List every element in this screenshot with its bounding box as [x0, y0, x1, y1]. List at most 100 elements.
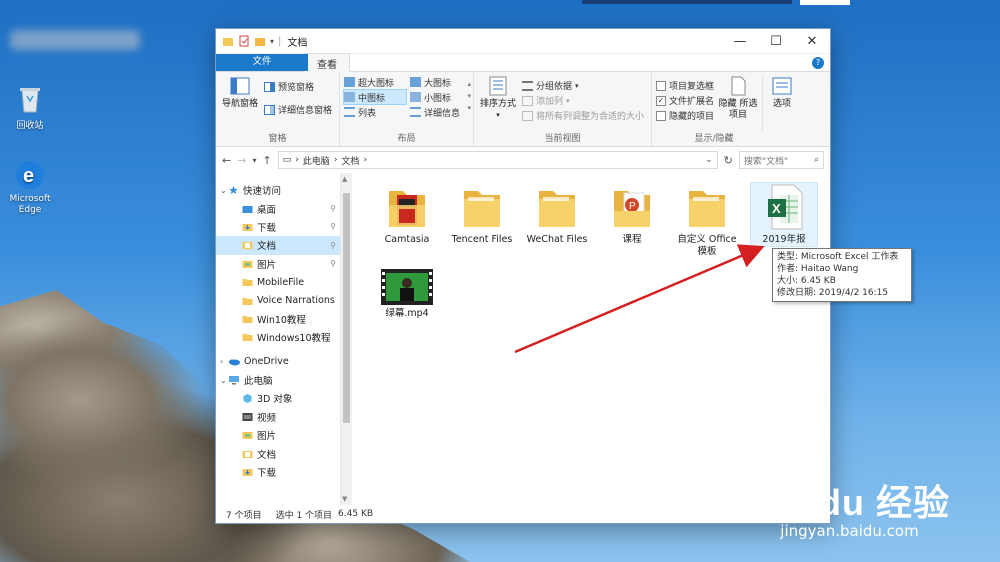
chevron-down-icon: ▾	[496, 111, 500, 119]
nav-item[interactable]: Windows10教程	[216, 328, 340, 346]
nav-item-label: 3D 对象	[257, 394, 293, 406]
minimize-button[interactable]: —	[722, 34, 758, 49]
nav-item[interactable]: › OneDrive	[216, 353, 340, 371]
layout-small-icons[interactable]: 小图标	[410, 90, 470, 104]
video-file-icon	[381, 269, 433, 305]
properties-icon[interactable]	[238, 35, 250, 47]
quick-access-toolbar-dropdown-icon[interactable]: ▾	[270, 37, 274, 46]
file-item[interactable]: 绿幕.mp4	[374, 269, 440, 320]
tooltip-modified: 修改日期: 2019/4/2 16:15	[777, 288, 889, 298]
scroll-up-icon[interactable]: ▲	[342, 175, 347, 183]
checkbox-unchecked-icon	[656, 80, 666, 91]
nav-item-label: 文档	[257, 449, 277, 461]
group-by-button[interactable]: 分组依据 ▾	[522, 78, 644, 93]
file-item[interactable]: Camtasia	[374, 183, 440, 246]
forward-button[interactable]: →	[237, 154, 246, 167]
nav-item[interactable]: MobileFile	[216, 273, 340, 291]
chevron-icon[interactable]: ⌄	[220, 186, 227, 195]
scroll-down-icon[interactable]: ▼	[342, 495, 347, 503]
navigation-pane[interactable]: ▲ ▼ ⌄ 快速访问 桌面 ⚲ 下载 ⚲ 文档 ⚲ 图片 ⚲ MobileFile Voice Nar…	[216, 173, 352, 505]
nav-item[interactable]: 文档	[216, 444, 340, 462]
breadcrumb-separator: ›	[295, 155, 299, 165]
nav-scrollbar[interactable]: ▲ ▼	[340, 173, 352, 505]
options-button[interactable]: 选项	[762, 75, 797, 132]
hide-selected-button[interactable]: 隐藏 所选项目	[718, 75, 758, 132]
title-bar: ▾ | 文档 — ☐ ✕	[216, 29, 830, 54]
address-bar[interactable]: ▭ › 此电脑 › 文档 › ⌄	[277, 151, 718, 169]
window-title: 文档	[287, 37, 308, 49]
new-folder-icon[interactable]	[254, 35, 266, 47]
nav-item[interactable]: Win10教程	[216, 310, 340, 328]
nav-item[interactable]: 桌面 ⚲	[216, 199, 340, 217]
search-input[interactable]: 搜索"文档" ⌕	[738, 151, 824, 169]
recent-locations-chevron-icon[interactable]: ▾	[252, 156, 256, 165]
nav-item[interactable]: 视频	[216, 408, 340, 426]
nav-item[interactable]: 下载 ⚲	[216, 218, 340, 236]
address-dropdown-icon[interactable]: ⌄	[705, 155, 713, 165]
nav-item[interactable]: 图片	[216, 426, 340, 444]
nav-item[interactable]: 下载	[216, 463, 340, 481]
help-icon[interactable]: ?	[812, 56, 824, 69]
nav-item[interactable]: ⌄ 此电脑	[216, 371, 340, 389]
layout-scroll-icon[interactable]: ▴ ▾ ▾	[467, 78, 471, 114]
folder-icon	[242, 296, 253, 306]
desktop-folder-icon	[242, 204, 253, 214]
title-separator: |	[278, 35, 282, 47]
navigation-pane-button[interactable]: 导航窗格	[220, 75, 260, 132]
file-name: Camtasia	[384, 234, 430, 245]
add-column-icon	[522, 95, 533, 106]
file-item[interactable]: X 2019年报	[750, 182, 818, 247]
folder-icon	[242, 332, 253, 342]
file-item[interactable]: WeChat Files	[524, 183, 590, 246]
large-icons-icon	[410, 77, 421, 87]
nav-item[interactable]: 3D 对象	[216, 389, 340, 407]
file-extensions-toggle[interactable]: ✓ 文件扩展名	[656, 93, 714, 108]
chevron-icon[interactable]: ⌄	[220, 376, 227, 385]
layout-medium-icons[interactable]: 中图标	[343, 89, 407, 105]
fit-columns-button[interactable]: 将所有列调整为合适的大小	[522, 108, 644, 123]
back-button[interactable]: ←	[222, 154, 231, 167]
ribbon-group-label: 显示/隐藏	[694, 134, 734, 144]
explorer-body: ▲ ▼ ⌄ 快速访问 桌面 ⚲ 下载 ⚲ 文档 ⚲ 图片 ⚲ MobileFile Voice Nar…	[216, 173, 830, 505]
onedrive-icon	[228, 357, 240, 366]
nav-item-label: MobileFile	[257, 276, 305, 288]
recycle-bin-icon	[13, 82, 47, 116]
desktop-edge[interactable]: e Microsoft Edge	[0, 158, 60, 216]
pin-icon: ⚲	[330, 222, 336, 232]
file-item[interactable]: 自定义 Office 模板	[674, 183, 740, 258]
up-button[interactable]: ↑	[262, 154, 271, 167]
nav-item[interactable]: ⌄ 快速访问	[216, 181, 340, 199]
desktop-recycle-bin[interactable]: 回收站	[0, 82, 60, 131]
breadcrumb-this-pc[interactable]: 此电脑	[303, 154, 330, 167]
nav-scrollbar-thumb[interactable]	[343, 193, 350, 423]
nav-item-label: 图片	[257, 259, 277, 271]
nav-item[interactable]: 文档 ⚲	[216, 236, 340, 255]
chevron-icon[interactable]: ›	[220, 357, 223, 366]
layout-list[interactable]: 列表	[344, 105, 406, 119]
details-pane-button[interactable]: 详细信息窗格	[264, 102, 332, 117]
close-button[interactable]: ✕	[794, 34, 830, 49]
nav-item[interactable]: 图片 ⚲	[216, 255, 340, 273]
sort-by-button[interactable]: 排序方式 ▾	[478, 75, 518, 132]
add-column-button[interactable]: 添加列 ▾	[522, 93, 644, 108]
details-icon	[410, 107, 421, 117]
refresh-button[interactable]: ↻	[724, 154, 733, 167]
layout-large-icons[interactable]: 大图标	[410, 75, 470, 89]
chevron-down-icon: ▾	[566, 96, 570, 105]
nav-item-label: 文档	[257, 241, 277, 253]
item-checkboxes-toggle[interactable]: 项目复选框	[656, 78, 714, 93]
preview-pane-button[interactable]: 预览窗格	[264, 79, 332, 94]
chevron-down-icon: ▾	[575, 81, 579, 90]
breadcrumb-documents[interactable]: 文档	[341, 154, 359, 167]
layout-extra-large-icons[interactable]: 超大图标	[344, 75, 406, 89]
nav-item[interactable]: Voice Narrations	[216, 291, 340, 309]
status-bar: 7 个项目 选中 1 个项目 6.45 KB	[216, 505, 830, 523]
hidden-items-toggle[interactable]: 隐藏的项目	[656, 108, 714, 123]
tab-view[interactable]: 查看	[304, 53, 350, 72]
tab-file[interactable]: 文件	[216, 54, 308, 71]
layout-details[interactable]: 详细信息	[410, 105, 470, 119]
file-item[interactable]: P 课程	[599, 183, 665, 246]
selection-size: 6.45 KB	[338, 509, 374, 519]
file-item[interactable]: Tencent Files	[449, 183, 515, 246]
maximize-button[interactable]: ☐	[758, 34, 794, 49]
